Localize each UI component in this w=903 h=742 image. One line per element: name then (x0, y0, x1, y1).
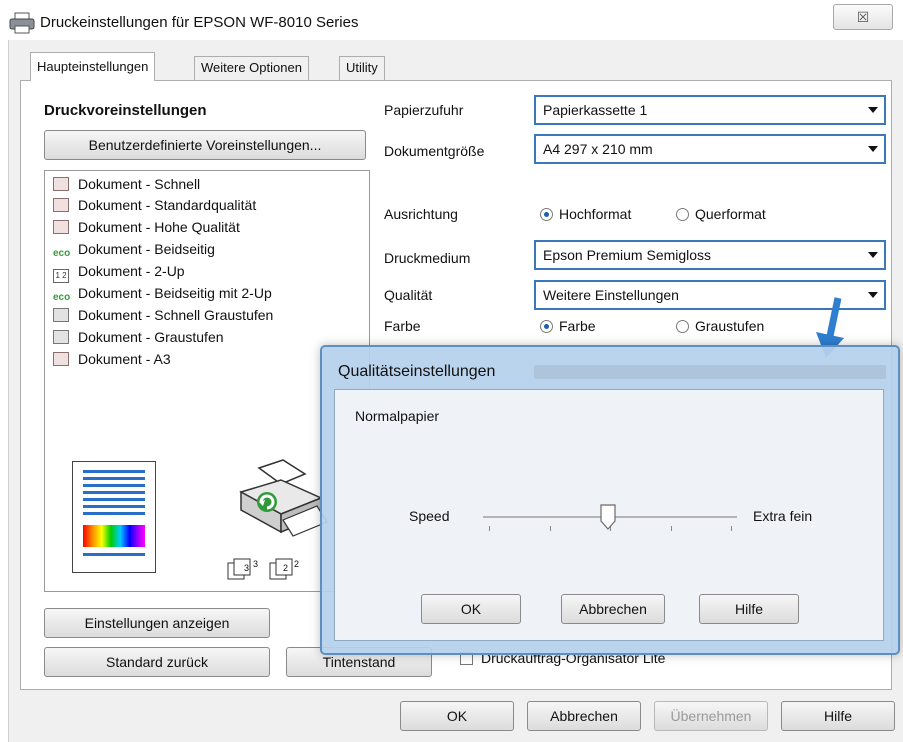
slider-min-label: Speed (409, 508, 450, 524)
slider-tick (550, 526, 551, 531)
dropdown-arrow-icon (868, 252, 878, 258)
radio-icon[interactable] (676, 208, 689, 221)
copy-number: 3 (253, 559, 258, 569)
list-item[interactable]: Dokument - Hohe Qualität (53, 219, 240, 239)
dropdown-arrow-icon (868, 292, 878, 298)
list-item[interactable]: 1 2 Dokument - 2-Up (53, 263, 185, 283)
radio-selected-icon[interactable] (540, 320, 553, 333)
grayscale-document-icon (53, 330, 69, 344)
preset-label: Dokument - 2-Up (78, 263, 185, 279)
window-title: Druckeinstellungen für EPSON WF-8010 Ser… (40, 14, 359, 31)
color-option-label: Farbe (559, 318, 596, 334)
tab-more-options[interactable]: Weitere Optionen (194, 56, 309, 80)
document-icon (53, 352, 69, 366)
paper-source-value: Papierkassette 1 (543, 102, 648, 118)
media-type-value: Epson Premium Semigloss (543, 247, 712, 263)
custom-presets-button[interactable]: Benutzerdefinierte Voreinstellungen... (44, 130, 366, 160)
tab-utility[interactable]: Utility (339, 56, 385, 80)
eco-icon: eco (53, 292, 71, 303)
preset-label: Dokument - Schnell (78, 176, 201, 192)
tab-main-settings[interactable]: Haupteinstellungen (30, 52, 156, 81)
printer-icon (9, 12, 35, 34)
copy-number: 2 (294, 559, 299, 569)
occluded-row (534, 365, 886, 379)
grayscale-radio[interactable]: Graustufen (676, 318, 764, 334)
help-button[interactable]: Hilfe (781, 701, 895, 731)
slider-thumb[interactable] (599, 504, 617, 530)
dropdown-arrow-icon (868, 146, 878, 152)
orientation-label: Ausrichtung (384, 206, 458, 222)
ok-button[interactable]: OK (400, 701, 514, 731)
page-preview-icon (72, 461, 156, 573)
radio-selected-icon[interactable] (540, 208, 553, 221)
preset-label: Dokument - A3 (78, 351, 171, 367)
paper-source-dropdown[interactable]: Papierkassette 1 (534, 95, 886, 125)
orientation-landscape-radio[interactable]: Querformat (676, 206, 766, 222)
color-bar (83, 525, 145, 547)
document-size-dropdown[interactable]: A4 297 x 210 mm (534, 134, 886, 164)
list-item[interactable]: eco Dokument - Beidseitig mit 2-Up (53, 285, 272, 305)
close-button[interactable]: ☒ (833, 4, 893, 30)
two-up-icon: 1 2 (53, 269, 69, 283)
dialog-body: Normalpapier Speed Extra fein OK Abbrech… (334, 389, 884, 641)
reset-defaults-button[interactable]: Standard zurück (44, 647, 270, 677)
preset-label: Dokument - Standardqualität (78, 197, 257, 213)
quality-settings-dialog: Qualitätseinstellungen Normalpapier Spee… (320, 345, 900, 655)
list-item[interactable]: Dokument - A3 (53, 351, 171, 371)
slider-max-label: Extra fein (753, 508, 813, 524)
color-radio[interactable]: Farbe (540, 318, 596, 334)
list-item[interactable]: Dokument - Schnell (53, 176, 200, 196)
apply-button[interactable]: Übernehmen (654, 701, 768, 731)
slider-tick (671, 526, 672, 531)
orientation-portrait-radio[interactable]: Hochformat (540, 206, 631, 222)
grayscale-document-icon (53, 308, 69, 322)
dialog-ok-button[interactable]: OK (421, 594, 521, 624)
document-size-value: A4 297 x 210 mm (543, 141, 653, 157)
printer-illustration-icon (239, 459, 328, 537)
media-name: Normalpapier (355, 408, 440, 424)
cancel-button[interactable]: Abbrechen (527, 701, 641, 731)
portrait-label: Hochformat (559, 206, 632, 222)
preset-label: Dokument - Graustufen (78, 329, 224, 345)
list-item[interactable]: Dokument - Standardqualität (53, 197, 256, 217)
dropdown-arrow-icon (868, 107, 878, 113)
media-type-label: Druckmedium (384, 250, 471, 266)
preset-label: Dokument - Schnell Graustufen (78, 307, 274, 323)
media-type-dropdown[interactable]: Epson Premium Semigloss (534, 240, 886, 270)
presets-heading: Druckvoreinstellungen (44, 102, 207, 119)
grayscale-option-label: Graustufen (695, 318, 765, 334)
dialog-cancel-button[interactable]: Abbrechen (561, 594, 665, 624)
slider-tick (731, 526, 732, 531)
preset-label: Dokument - Beidseitig (78, 241, 215, 257)
copy-number: 3 (244, 563, 249, 573)
radio-icon[interactable] (676, 320, 689, 333)
eco-icon: eco (53, 248, 71, 259)
paper-source-label: Papierzufuhr (384, 102, 464, 118)
color-label: Farbe (384, 318, 421, 334)
document-icon (53, 198, 69, 212)
list-item[interactable]: eco Dokument - Beidseitig (53, 241, 215, 261)
copy-number: 2 (283, 563, 288, 573)
copies-icon: 3 3 2 2 (227, 558, 299, 580)
document-size-label: Dokumentgröße (384, 143, 485, 159)
quality-label: Qualität (384, 287, 433, 303)
show-settings-button[interactable]: Einstellungen anzeigen (44, 608, 270, 638)
dialog-title: Qualitätseinstellungen (338, 363, 496, 380)
preset-label: Dokument - Beidseitig mit 2-Up (78, 285, 272, 301)
dialog-help-button[interactable]: Hilfe (699, 594, 799, 624)
list-item[interactable]: Dokument - Schnell Graustufen (53, 307, 273, 327)
quality-value: Weitere Einstellungen (543, 287, 679, 303)
slider-tick (489, 526, 490, 531)
document-icon (53, 177, 69, 191)
document-icon (53, 220, 69, 234)
landscape-label: Querformat (695, 206, 766, 222)
preset-label: Dokument - Hohe Qualität (78, 219, 240, 235)
list-item[interactable]: Dokument - Graustufen (53, 329, 224, 349)
